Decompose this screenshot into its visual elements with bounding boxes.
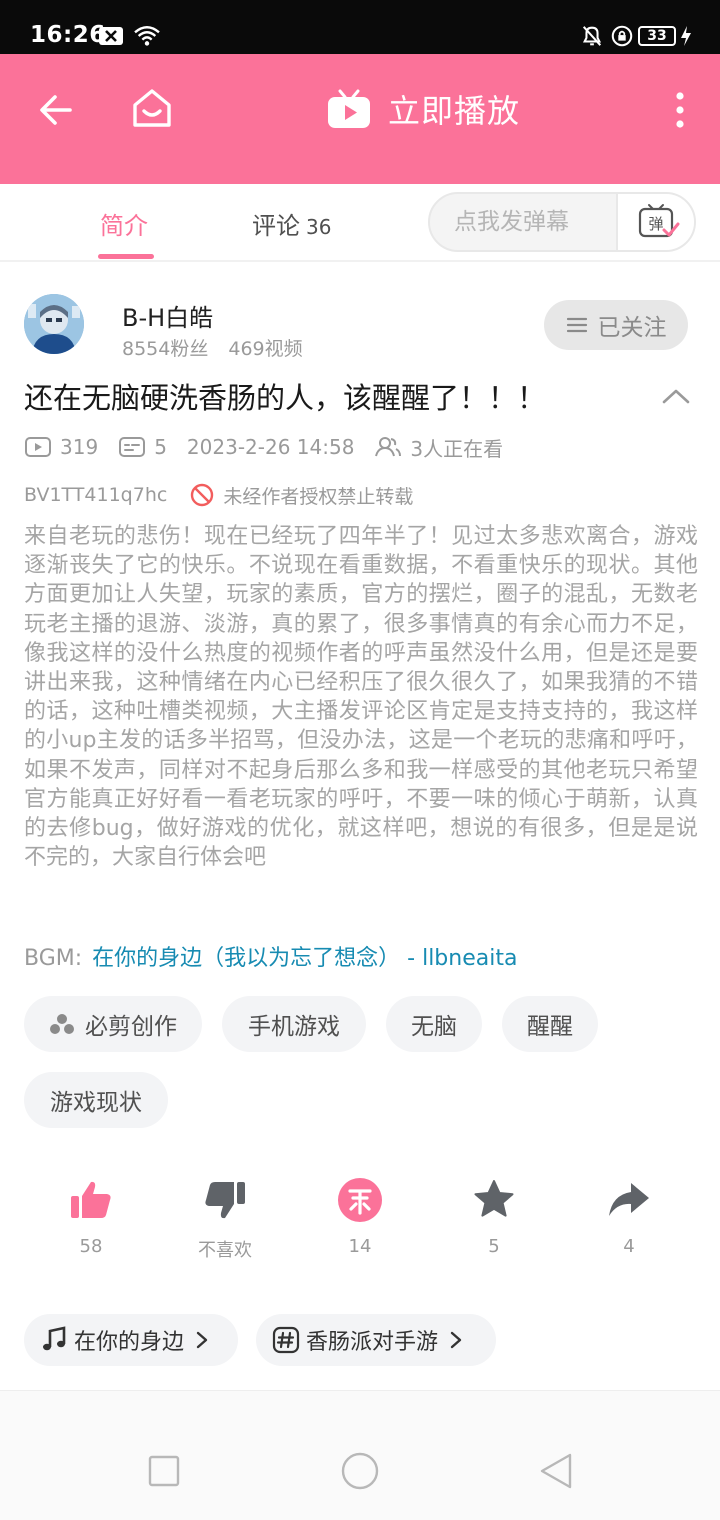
charging-icon: [681, 26, 691, 46]
avatar[interactable]: [24, 294, 84, 354]
bvid[interactable]: BV1TT411q7hc: [24, 484, 167, 506]
bell-muted-icon: [582, 26, 602, 46]
tag-wunao[interactable]: 无脑: [386, 996, 482, 1052]
bgm-row: BGM: 在你的身边（我以为忘了想念） - llbneaita: [24, 940, 517, 972]
favorite-count: 5: [488, 1236, 500, 1257]
tab-comments[interactable]: 评论 36: [252, 206, 331, 241]
danmaku-toggle-icon: 弹: [638, 204, 680, 238]
danmaku-count-value: 5: [154, 435, 167, 459]
follow-button[interactable]: 已关注: [544, 300, 688, 350]
hashtag-icon: [272, 1326, 300, 1354]
danmaku-glyph: 弹: [648, 215, 663, 233]
coin-button[interactable]: 14: [310, 1176, 410, 1257]
danmaku-toggle-button[interactable]: 弹: [616, 194, 694, 250]
dislike-label: 不喜欢: [198, 1240, 252, 1261]
battery-indicator: 33: [638, 26, 676, 46]
watching-now: 3人正在看: [374, 433, 503, 462]
bgm-label: BGM:: [24, 946, 83, 971]
like-button[interactable]: 58: [41, 1176, 141, 1257]
tag-label: 必剪创作: [85, 1014, 177, 1040]
recents-square-icon[interactable]: [148, 1455, 180, 1487]
play-now-button[interactable]: 立即播放: [326, 84, 520, 134]
star-icon: [474, 1180, 514, 1217]
chevron-up-icon[interactable]: [660, 382, 692, 410]
uploader-section: B-H白皓 8554粉丝 469视频 已关注: [24, 294, 704, 360]
avatar-image: [24, 294, 84, 354]
system-nav-bar: [0, 1391, 720, 1520]
home-icon[interactable]: [130, 86, 174, 130]
like-count: 58: [79, 1236, 103, 1257]
repost-notice-text: 未经作者授权禁止转载: [223, 485, 414, 508]
comment-count: 36: [306, 215, 332, 239]
share-button[interactable]: 4: [579, 1176, 679, 1257]
danmaku-box: 弹: [428, 192, 696, 252]
share-arrow-icon: [609, 1183, 649, 1216]
follow-label: 已关注: [597, 315, 667, 341]
watching-now-value: 3人正在看: [410, 436, 504, 461]
menu-lines-icon: [566, 317, 587, 333]
bijian-icon: [50, 1014, 74, 1034]
play-count-icon: [25, 437, 51, 457]
lock-rotation-icon: [611, 25, 633, 47]
back-arrow-icon[interactable]: [38, 92, 74, 128]
uploader-stats: 8554粉丝 469视频: [122, 334, 303, 361]
dislike-button[interactable]: 不喜欢: [175, 1176, 275, 1262]
video-count: 469视频: [228, 338, 303, 360]
uploader-name[interactable]: B-H白皓: [122, 298, 213, 333]
play-now-label: 立即播放: [388, 92, 521, 130]
tab-comments-label: 评论: [252, 212, 300, 240]
forbidden-icon: [191, 483, 214, 507]
bvid-row: BV1TT411q7hc 未经作者授权禁止转载: [24, 480, 413, 510]
tv-play-icon: [328, 89, 370, 128]
play-count: 319: [24, 435, 98, 459]
share-count: 4: [623, 1236, 635, 1257]
wifi-icon: [134, 26, 160, 46]
tab-active-indicator: [98, 254, 154, 259]
video-meta: 319 5 2023-2-26 14:58 3人正在看: [24, 432, 523, 462]
tab-bar: 简介 评论36 弹: [0, 184, 720, 262]
back-triangle-icon[interactable]: [538, 1451, 574, 1491]
tag-bijian[interactable]: 必剪创作: [24, 996, 202, 1052]
coin-count: 14: [348, 1236, 372, 1257]
chevron-right-icon: [450, 1331, 462, 1349]
fans-count: 8554粉丝: [122, 338, 209, 360]
publish-date: 2023-2-26 14:58: [186, 435, 355, 459]
favorite-button[interactable]: 5: [444, 1176, 544, 1257]
thumbs-up-icon: [71, 1181, 111, 1218]
tag-game-status[interactable]: 游戏现状: [24, 1072, 168, 1128]
status-time: 16:26: [30, 22, 106, 48]
home-circle-icon[interactable]: [340, 1451, 380, 1491]
music-note-icon: [43, 1326, 66, 1351]
more-options-icon[interactable]: [672, 90, 688, 130]
status-bar: 16:26 33: [0, 0, 720, 54]
chevron-right-icon: [196, 1331, 208, 1349]
chip-game-label: 香肠派对手游: [306, 1330, 439, 1355]
app-bar: 立即播放: [0, 54, 720, 184]
thumbs-down-icon: [205, 1182, 245, 1219]
coin-icon: [338, 1178, 382, 1222]
video-title: 还在无脑硬洗香肠的人，该醒醒了！！！: [24, 381, 547, 415]
tab-intro[interactable]: 简介: [100, 206, 148, 241]
play-count-value: 319: [60, 435, 99, 459]
notification-x-icon: [99, 27, 123, 45]
tag-xingxing[interactable]: 醒醒: [502, 996, 598, 1052]
video-description: 来自老玩的悲伤！现在已经玩了四年半了！见过太多悲欢离合，游戏逐渐丧失了它的快乐。…: [24, 524, 698, 871]
danmaku-input[interactable]: [430, 194, 616, 250]
repost-notice: 未经作者授权禁止转载: [189, 482, 413, 509]
bgm-link[interactable]: 在你的身边（我以为忘了想念） - llbneaita: [92, 946, 517, 971]
action-bar: 58 不喜欢 14 5 4: [0, 1176, 720, 1266]
danmaku-count: 5: [118, 435, 167, 459]
chip-music[interactable]: 在你的身边: [24, 1314, 238, 1366]
people-icon: [375, 437, 402, 457]
chip-game[interactable]: 香肠派对手游: [256, 1314, 496, 1366]
danmaku-count-icon: [119, 437, 146, 457]
chip-music-label: 在你的身边: [74, 1330, 185, 1355]
tag-mobile-game[interactable]: 手机游戏: [222, 996, 366, 1052]
